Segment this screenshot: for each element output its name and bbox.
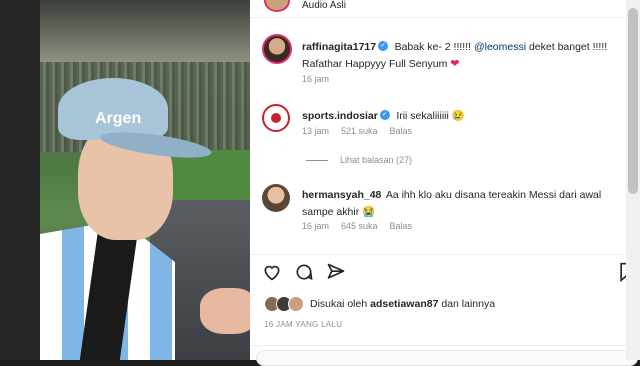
comment-likes[interactable]: 521 suka (341, 126, 378, 136)
bottom-divider (250, 345, 640, 346)
reply-button[interactable]: Balas (390, 126, 413, 136)
cap (58, 78, 168, 140)
caption-time: 16 jam (302, 74, 330, 84)
view-replies[interactable]: Lihat balasan (27) (306, 155, 412, 165)
stadium-roof (40, 0, 250, 60)
reply-button[interactable]: Balas (390, 221, 413, 231)
likes-prefix: Disukai oleh (310, 298, 371, 310)
comment: sports.indosiar ✓ Irii sekaliiiiii 😢 (302, 106, 622, 124)
comment-text: Irii sekaliiiiii 😢 (396, 110, 465, 122)
scrollbar-thumb[interactable] (628, 8, 638, 194)
post-caption: raffinagita1717 ✓ Babak ke- 2 !!!!!! @leo… (302, 38, 632, 72)
posted-time: 16 JAM YANG LALU (264, 320, 343, 329)
left-background (0, 0, 40, 360)
cap-text: Argen (95, 110, 142, 127)
heart-emoji: ❤ (450, 58, 460, 70)
send-icon[interactable] (326, 262, 346, 287)
view-replies-label[interactable]: Lihat balasan (27) (340, 155, 412, 165)
caption-username[interactable]: raffinagita1717 (302, 41, 376, 53)
comment-username[interactable]: hermansyah_48 (302, 189, 381, 201)
caption-text: Babak ke- 2 !!!!!! (394, 41, 474, 53)
header-avatar[interactable] (264, 0, 290, 12)
action-bar (262, 262, 640, 284)
avatar (288, 296, 304, 312)
likes-suffix[interactable]: dan lainnya (438, 298, 495, 310)
avatar[interactable] (262, 34, 292, 64)
replies-dash (306, 159, 328, 161)
header-divider (250, 17, 640, 18)
caption-mention[interactable]: @leomessi (474, 41, 526, 53)
likes-user[interactable]: adsetiawan87 (370, 298, 438, 310)
audio-label[interactable]: Audio Asli (302, 0, 346, 11)
likes-text: Disukai oleh adsetiawan87 dan lainnya (310, 298, 495, 310)
verified-icon: ✓ (378, 40, 389, 51)
comments-panel: Audio Asli raffinagita1717 ✓ Babak ke- 2 … (250, 0, 640, 366)
video-player[interactable]: Argen (40, 0, 250, 360)
caption-text-after: deket banget !!!!! (526, 41, 608, 53)
actions-divider (250, 254, 640, 255)
avatar[interactable] (262, 184, 290, 212)
comment-meta: 13 jam 521 suka Balas (302, 126, 424, 136)
comment-icon[interactable] (294, 262, 314, 287)
comment-input[interactable] (256, 350, 638, 366)
comment-username[interactable]: sports.indosiar (302, 110, 378, 122)
heart-icon[interactable] (262, 262, 282, 287)
comment: hermansyah_48 Aa ihh klo aku disana tere… (302, 186, 622, 220)
hands (200, 288, 250, 334)
likes-summary: Disukai oleh adsetiawan87 dan lainnya (264, 296, 495, 312)
caption-line2: Rafathar Happyyy Full Senyum (302, 58, 451, 70)
comment-likes[interactable]: 645 suka (341, 221, 378, 231)
avatar[interactable] (262, 104, 290, 132)
comment-meta: 16 jam 645 suka Balas (302, 221, 424, 231)
comment-time: 13 jam (302, 126, 330, 136)
comment-time: 16 jam (302, 221, 330, 231)
verified-icon: ✓ (379, 109, 390, 120)
